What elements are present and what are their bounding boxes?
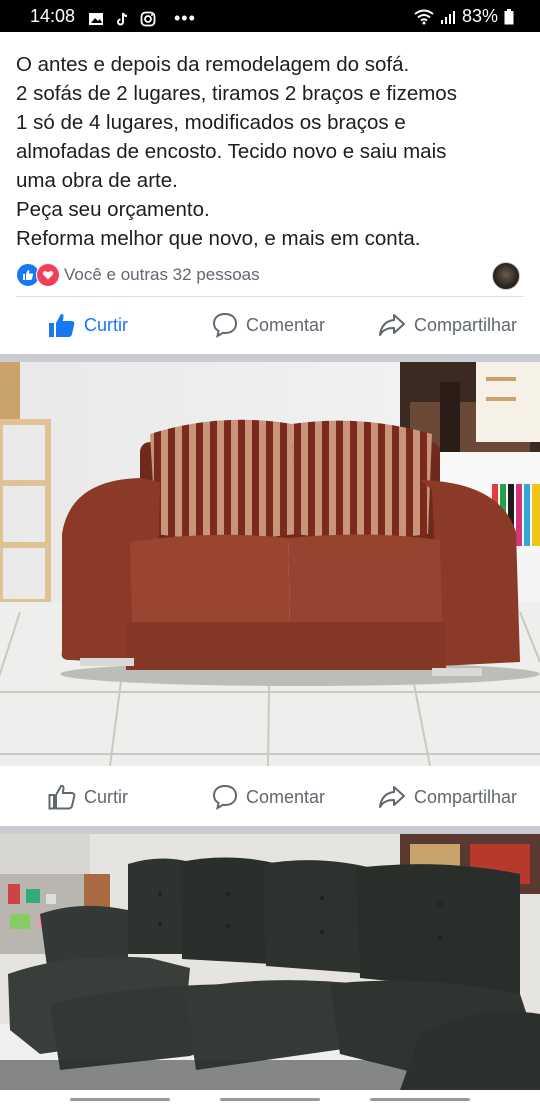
share-button[interactable]: Compartilhar [378,784,517,810]
avatar[interactable] [492,262,520,290]
comment-icon [212,312,238,338]
more-notifications-icon: ••• [174,8,196,28]
gesture-pill [70,1098,170,1101]
photo-actions: Curtir Comentar Compartilhar [0,775,540,819]
comment-button[interactable]: Comentar [212,784,325,810]
share-button[interactable]: Compartilhar [378,312,517,338]
post-line: almofadas de encosto. Tecido novo e saiu… [16,140,447,163]
divider [16,296,524,297]
post-line: Reforma melhor que novo, e mais em conta… [16,227,421,250]
status-bar: 14:08 ••• 83% [0,0,540,32]
battery-icon [504,8,514,24]
section-separator [0,826,540,834]
reactions-summary[interactable]: Você e outras 32 pessoas [16,262,524,290]
share-icon [379,786,405,808]
gesture-pill [220,1098,320,1101]
reaction-icons [16,263,60,287]
tiktok-icon [117,12,128,25]
thumbs-up-outline-icon [48,784,76,810]
wifi-icon [414,9,434,24]
section-separator [0,354,540,362]
post-line: uma obra de arte. [16,169,178,192]
status-time: 14:08 [30,6,76,26]
post-line: 2 sofás de 2 lugares, tiramos 2 braços e… [16,82,457,105]
comment-icon [212,784,238,810]
share-label: Compartilhar [414,314,518,335]
post-line: 1 só de 4 lugares, modificados os braços… [16,111,406,134]
comment-label: Comentar [246,314,326,335]
post-line: Peça seu orçamento. [16,198,210,221]
notification-icons: ••• [88,8,196,29]
post-actions: Curtir Comentar Compartilhar [0,303,540,347]
share-label: Compartilhar [414,786,518,807]
post-photo-before[interactable] [0,362,540,766]
bottom-gesture-bar [0,1090,540,1110]
gallery-icon [89,12,103,25]
like-label: Curtir [84,314,128,335]
like-button[interactable]: Curtir [48,312,128,338]
post-photo-after[interactable] [0,834,540,1090]
like-label: Curtir [84,786,128,807]
love-reaction-icon [36,263,60,287]
thumbs-up-icon [49,313,75,337]
battery-percent: 83% [461,6,498,26]
comment-label: Comentar [246,786,326,807]
post-line: O antes e depois da remodelagem do sofá. [16,53,410,76]
reactions-count[interactable]: Você e outras 32 pessoas [64,265,260,285]
comment-button[interactable]: Comentar [212,312,325,338]
like-button[interactable]: Curtir [48,784,128,810]
post-body: O antes e depois da remodelagem do sofá.… [16,50,526,253]
instagram-icon [140,11,156,26]
gesture-pill [370,1098,470,1101]
signal-icon [440,10,455,24]
status-right: 83% [414,6,514,27]
share-icon [379,314,405,336]
